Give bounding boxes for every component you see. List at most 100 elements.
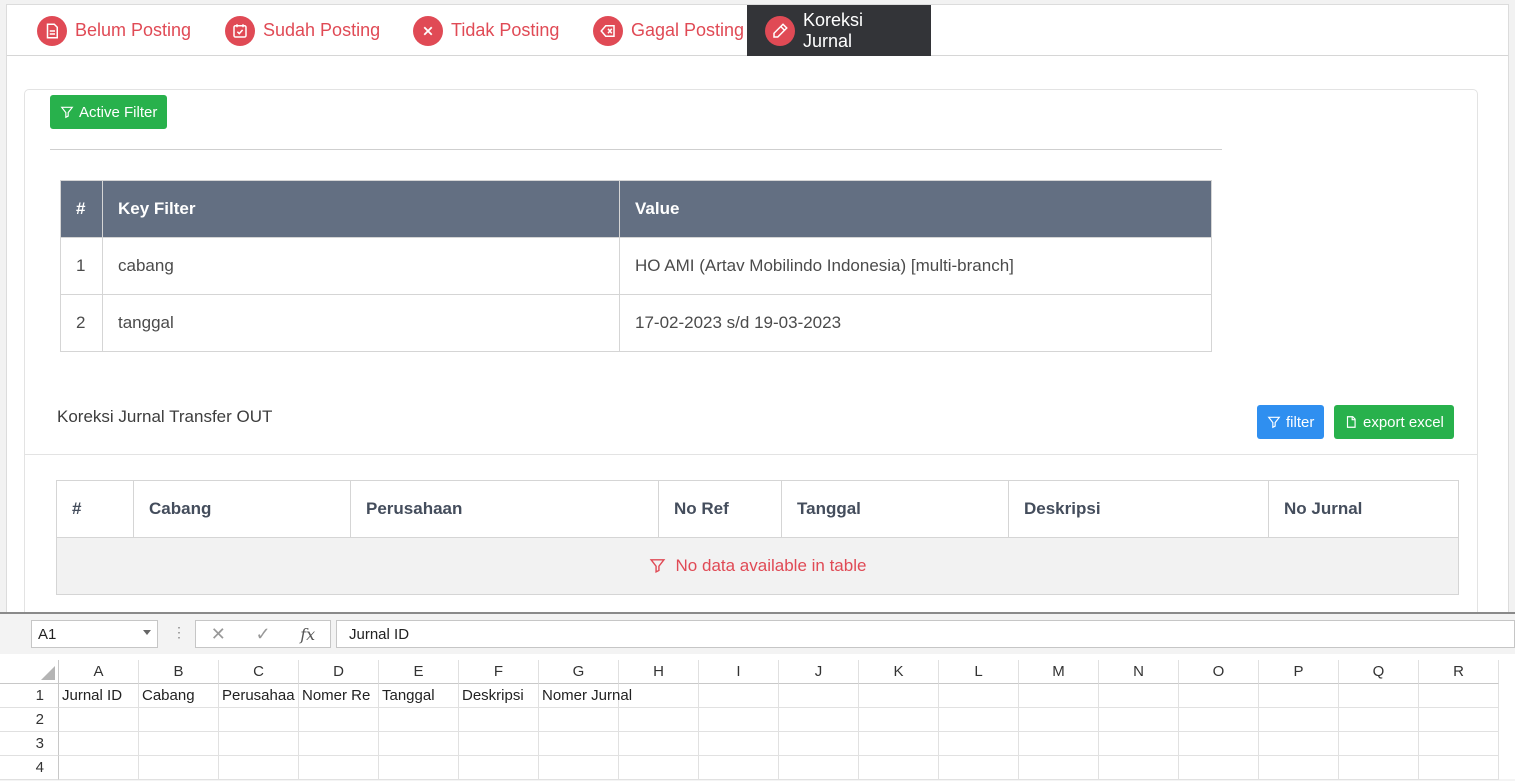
grid-cell[interactable] [1179,708,1259,732]
grid-cell[interactable]: Cabang [139,684,219,708]
grid-cell[interactable] [779,708,859,732]
name-box[interactable]: A1 [31,620,158,648]
grid-cell[interactable] [1419,756,1499,780]
export-excel-button[interactable]: export excel [1334,405,1454,439]
col-header-no-ref[interactable]: No Ref [658,480,782,538]
grid-cell[interactable] [1099,708,1179,732]
grid-cell[interactable] [1179,732,1259,756]
grid-cell[interactable] [779,684,859,708]
row-header[interactable]: 2 [0,708,59,732]
grid-cell[interactable] [939,684,1019,708]
row-header[interactable]: 1 [0,684,59,708]
column-header[interactable]: K [859,660,939,684]
grid-cell[interactable] [859,756,939,780]
tab-gagal-posting[interactable]: Gagal Posting [575,5,762,56]
grid-cell[interactable] [139,708,219,732]
column-header[interactable]: G [539,660,619,684]
formula-input[interactable]: Jurnal ID [336,620,1515,648]
column-header[interactable]: B [139,660,219,684]
tab-belum-posting[interactable]: Belum Posting [19,5,209,56]
tab-tidak-posting[interactable]: Tidak Posting [395,5,577,56]
grid-cell[interactable] [139,756,219,780]
grid-cell[interactable] [459,756,539,780]
grid-cell[interactable] [59,732,139,756]
cancel-icon[interactable]: ✕ [211,624,226,645]
grid-cell[interactable] [539,708,619,732]
grid-cell[interactable] [299,756,379,780]
grid-cell[interactable]: Deskripsi [459,684,539,708]
grid-cell[interactable] [219,708,299,732]
grid-cell[interactable]: Nomer Jurnal [539,684,632,708]
column-header[interactable]: H [619,660,699,684]
grid-cell[interactable] [699,732,779,756]
grid-cell[interactable] [939,708,1019,732]
grid-cell[interactable] [699,756,779,780]
column-header[interactable]: I [699,660,779,684]
column-header[interactable]: J [779,660,859,684]
column-header[interactable]: N [1099,660,1179,684]
filter-button[interactable]: filter [1257,405,1325,439]
grid-cell[interactable] [1419,708,1499,732]
tab-sudah-posting[interactable]: Sudah Posting [207,5,398,56]
grid-cell[interactable] [1099,756,1179,780]
column-header[interactable]: D [299,660,379,684]
grid-cell[interactable] [1019,708,1099,732]
column-header[interactable]: E [379,660,459,684]
grid-cell[interactable] [1259,708,1339,732]
grid-cell[interactable] [1019,684,1099,708]
grid-cell[interactable] [939,756,1019,780]
grid-cell[interactable] [59,756,139,780]
grid-cell[interactable] [1339,732,1419,756]
column-header[interactable]: F [459,660,539,684]
col-header-deskripsi[interactable]: Deskripsi [1008,480,1269,538]
col-header-cabang[interactable]: Cabang [133,480,351,538]
grid-cell[interactable] [859,684,939,708]
select-all-corner[interactable] [0,660,59,684]
grid-cell[interactable] [1019,756,1099,780]
grid-cell[interactable] [1339,684,1419,708]
row-header[interactable]: 4 [0,756,59,780]
grid-cell[interactable] [539,732,619,756]
grid-cell[interactable] [699,708,779,732]
col-header-perusahaan[interactable]: Perusahaan [350,480,659,538]
tab-koreksi-jurnal[interactable]: Koreksi Jurnal [747,5,931,56]
column-header[interactable]: M [1019,660,1099,684]
grid-cell[interactable]: Tanggal [379,684,459,708]
grid-cell[interactable] [1339,756,1419,780]
grid-cell[interactable] [1019,732,1099,756]
check-icon[interactable]: ✓ [256,624,271,645]
grid-cell[interactable] [59,708,139,732]
grid-cell[interactable] [1259,684,1339,708]
col-header-number[interactable]: # [56,480,134,538]
column-header[interactable]: P [1259,660,1339,684]
grid-cell[interactable] [139,732,219,756]
grid-cell[interactable] [1419,684,1499,708]
column-header[interactable]: R [1419,660,1499,684]
grid-cell[interactable] [299,732,379,756]
grid-cell[interactable] [619,756,699,780]
grid-cell[interactable] [539,756,619,780]
grid-cell[interactable] [219,756,299,780]
grid-cell[interactable] [859,732,939,756]
grid-cell[interactable] [1419,732,1499,756]
grid-cell[interactable] [1179,756,1259,780]
grid-cell[interactable] [939,732,1019,756]
grid-cell[interactable] [1179,684,1259,708]
grid-cell[interactable] [1099,732,1179,756]
grid-cell[interactable] [379,756,459,780]
grid-cell[interactable] [1259,732,1339,756]
row-header[interactable]: 3 [0,732,59,756]
grid-cell[interactable] [299,708,379,732]
col-header-tanggal[interactable]: Tanggal [781,480,1009,538]
grid-cell[interactable] [379,732,459,756]
grid-cell[interactable] [779,756,859,780]
grid-cell[interactable] [379,708,459,732]
column-header[interactable]: L [939,660,1019,684]
grid-cell[interactable] [619,732,699,756]
grid-cell[interactable] [459,732,539,756]
grid-cell[interactable]: Nomer Re [299,684,379,708]
grid-cell[interactable] [219,732,299,756]
grid-cell[interactable] [859,708,939,732]
column-header[interactable]: O [1179,660,1259,684]
grid-cell[interactable] [1099,684,1179,708]
